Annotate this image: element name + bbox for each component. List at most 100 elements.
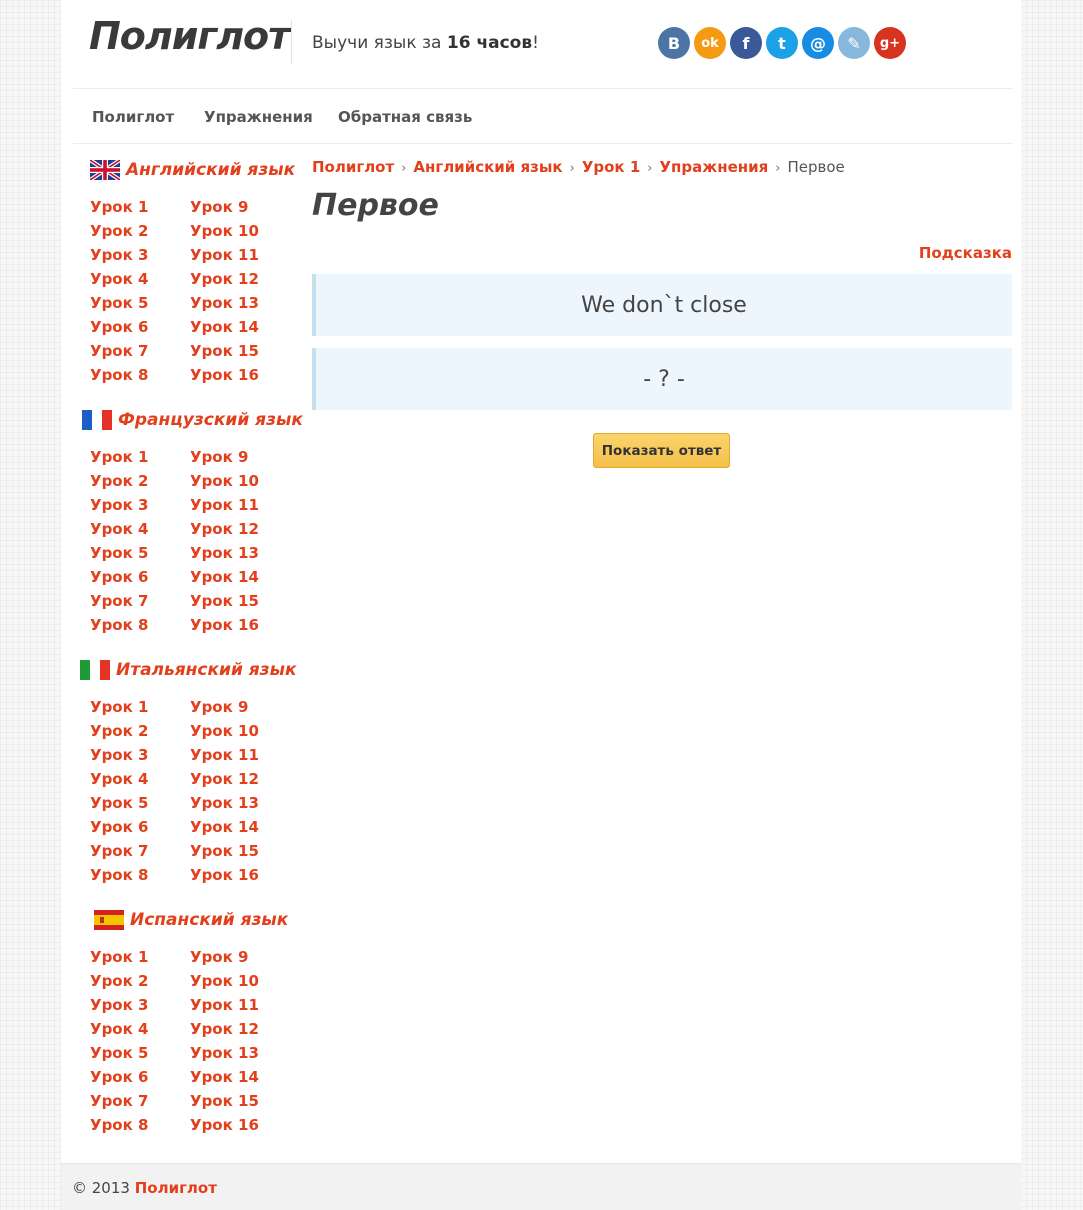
show-answer-button[interactable]: Показать ответ (593, 433, 730, 468)
lesson-link[interactable]: Урок 2 (90, 969, 190, 993)
lesson-link[interactable]: Урок 16 (190, 363, 290, 387)
lesson-link[interactable]: Урок 2 (90, 719, 190, 743)
lesson-link[interactable]: Урок 14 (190, 1065, 290, 1089)
lesson-link[interactable]: Урок 7 (90, 339, 190, 363)
nav-item-home[interactable]: Полиглот (92, 108, 174, 126)
nav-item-exercises[interactable]: Упражнения (204, 108, 313, 126)
lesson-link[interactable]: Урок 6 (90, 315, 190, 339)
copyright: © 2013 Полиглот (72, 1179, 217, 1197)
language-heading[interactable]: Итальянский язык (80, 660, 296, 680)
lesson-link[interactable]: Урок 7 (90, 1089, 190, 1113)
lesson-link[interactable]: Урок 3 (90, 493, 190, 517)
lesson-link[interactable]: Урок 11 (190, 243, 290, 267)
lesson-link[interactable]: Урок 1 (90, 695, 190, 719)
lesson-link[interactable]: Урок 4 (90, 767, 190, 791)
lesson-link[interactable]: Урок 14 (190, 315, 290, 339)
mail-icon[interactable]: @ (802, 27, 834, 59)
lesson-link[interactable]: Урок 15 (190, 339, 290, 363)
lesson-link[interactable]: Урок 6 (90, 815, 190, 839)
lesson-link[interactable]: Урок 12 (190, 767, 290, 791)
language-name: Испанский язык (130, 910, 289, 930)
lesson-link[interactable]: Урок 15 (190, 1089, 290, 1113)
hint-link[interactable]: Подсказка (919, 244, 1012, 262)
lesson-link[interactable]: Урок 11 (190, 993, 290, 1017)
site-logo[interactable]: Полиглот (89, 14, 290, 58)
lesson-column: Урок 1 Урок 2 Урок 3 Урок 4 Урок 5 Урок 6 Урок… (90, 445, 190, 637)
language-heading[interactable]: Английский язык (88, 158, 295, 182)
footer-home-link[interactable]: Полиглот (135, 1179, 217, 1197)
france-flag-icon (82, 410, 112, 430)
breadcrumb-separator: › (647, 161, 653, 176)
lesson-link[interactable]: Урок 9 (190, 945, 290, 969)
lesson-link[interactable]: Урок 13 (190, 1041, 290, 1065)
lesson-link[interactable]: Урок 16 (190, 863, 290, 887)
lesson-link[interactable]: Урок 11 (190, 493, 290, 517)
breadcrumb-link[interactable]: Упражнения (659, 158, 768, 176)
lesson-link[interactable]: Урок 6 (90, 565, 190, 589)
lesson-link[interactable]: Урок 8 (90, 1113, 190, 1137)
breadcrumb-link[interactable]: Полиглот (312, 158, 394, 176)
google-plus-icon[interactable]: g+ (874, 27, 906, 59)
lesson-link[interactable]: Урок 4 (90, 1017, 190, 1041)
lesson-link[interactable]: Урок 3 (90, 243, 190, 267)
lesson-link[interactable]: Урок 1 (90, 445, 190, 469)
lesson-link[interactable]: Урок 5 (90, 1041, 190, 1065)
language-name: Итальянский язык (116, 660, 297, 680)
exercise-prompt: We don`t close (312, 274, 1012, 336)
lesson-column: Урок 9 Урок 10 Урок 11 Урок 12 Урок 13 Урок 1… (190, 695, 290, 887)
lesson-link[interactable]: Урок 10 (190, 469, 290, 493)
lesson-link[interactable]: Урок 7 (90, 589, 190, 613)
facebook-icon[interactable]: f (730, 27, 762, 59)
lesson-link[interactable]: Урок 1 (90, 945, 190, 969)
lesson-link[interactable]: Урок 9 (190, 195, 290, 219)
lesson-link[interactable]: Урок 5 (90, 541, 190, 565)
lesson-link[interactable]: Урок 5 (90, 791, 190, 815)
lesson-column: Урок 9 Урок 10 Урок 11 Урок 12 Урок 13 Урок 1… (190, 945, 290, 1137)
lesson-link[interactable]: Урок 1 (90, 195, 190, 219)
lesson-link[interactable]: Урок 14 (190, 565, 290, 589)
lesson-link[interactable]: Урок 11 (190, 743, 290, 767)
lesson-link[interactable]: Урок 5 (90, 291, 190, 315)
answer-box: - ? - (312, 348, 1012, 410)
language-heading[interactable]: Французский язык (82, 410, 303, 430)
livejournal-icon[interactable]: ✎ (838, 27, 870, 59)
lesson-link[interactable]: Урок 2 (90, 469, 190, 493)
lesson-link[interactable]: Урок 8 (90, 363, 190, 387)
lesson-link[interactable]: Урок 2 (90, 219, 190, 243)
lesson-link[interactable]: Урок 15 (190, 589, 290, 613)
lesson-link[interactable]: Урок 8 (90, 863, 190, 887)
lesson-link[interactable]: Урок 8 (90, 613, 190, 637)
lesson-link[interactable]: Урок 13 (190, 291, 290, 315)
language-heading[interactable]: Испанский язык (94, 910, 288, 930)
tagline-prefix: Выучи язык за (312, 33, 447, 53)
lesson-link[interactable]: Урок 16 (190, 613, 290, 637)
lesson-link[interactable]: Урок 16 (190, 1113, 290, 1137)
odnoklassniki-icon[interactable]: ok (694, 27, 726, 59)
lesson-link[interactable]: Урок 13 (190, 541, 290, 565)
nav-item-feedback[interactable]: Обратная связь (338, 108, 472, 126)
main-nav: Полиглот Упражнения Обратная связь (73, 89, 1013, 143)
lesson-link[interactable]: Урок 15 (190, 839, 290, 863)
uk-flag-icon (88, 158, 122, 182)
breadcrumb-link[interactable]: Урок 1 (582, 158, 640, 176)
lesson-link[interactable]: Урок 12 (190, 1017, 290, 1041)
lesson-link[interactable]: Урок 10 (190, 969, 290, 993)
lesson-link[interactable]: Урок 7 (90, 839, 190, 863)
twitter-icon[interactable]: t (766, 27, 798, 59)
breadcrumb-link[interactable]: Английский язык (413, 158, 562, 176)
vk-icon[interactable]: В (658, 27, 690, 59)
lesson-link[interactable]: Урок 14 (190, 815, 290, 839)
lesson-link[interactable]: Урок 4 (90, 517, 190, 541)
lesson-link[interactable]: Урок 12 (190, 267, 290, 291)
lesson-link[interactable]: Урок 13 (190, 791, 290, 815)
lesson-link[interactable]: Урок 4 (90, 267, 190, 291)
lesson-link[interactable]: Урок 12 (190, 517, 290, 541)
lesson-link[interactable]: Урок 3 (90, 743, 190, 767)
lesson-link[interactable]: Урок 9 (190, 445, 290, 469)
lesson-link[interactable]: Урок 10 (190, 219, 290, 243)
tagline-bold: 16 часов (446, 33, 533, 53)
lesson-link[interactable]: Урок 10 (190, 719, 290, 743)
lesson-link[interactable]: Урок 3 (90, 993, 190, 1017)
lesson-link[interactable]: Урок 9 (190, 695, 290, 719)
lesson-link[interactable]: Урок 6 (90, 1065, 190, 1089)
